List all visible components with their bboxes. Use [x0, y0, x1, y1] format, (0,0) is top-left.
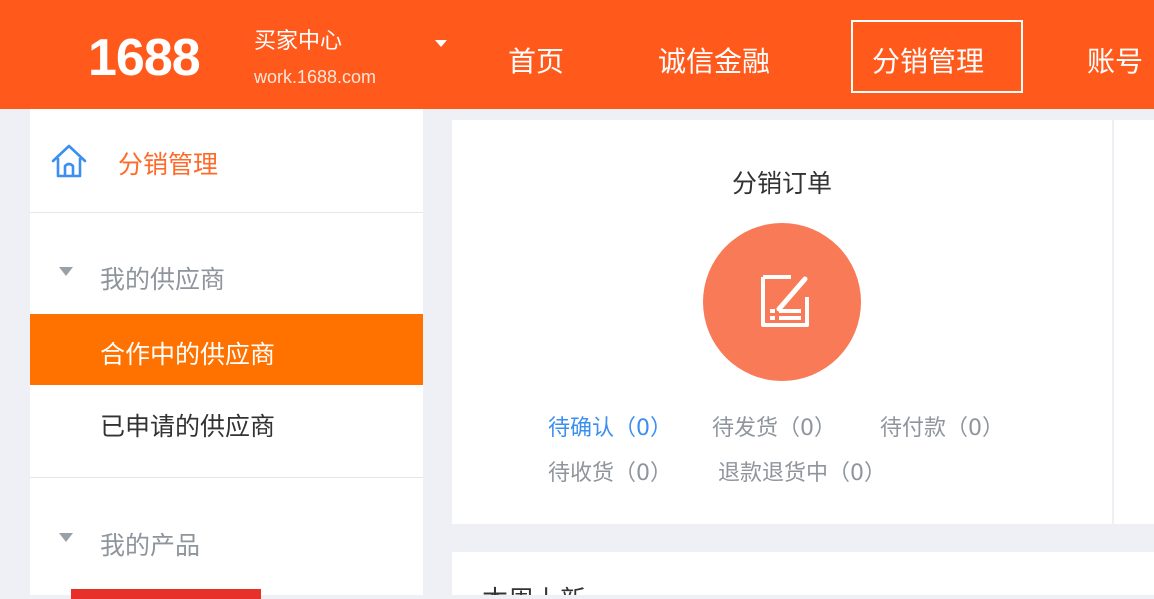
- top-nav-bar: 1688 买家中心 work.1688.com 首页 诚信金融 分销管理 账号: [0, 0, 1154, 109]
- stat-refund[interactable]: 退款退货中（0）: [718, 455, 886, 487]
- nav-finance[interactable]: 诚信金融: [658, 40, 770, 84]
- logo-number[interactable]: 1688: [88, 27, 201, 89]
- logo-domain[interactable]: work.1688.com: [254, 66, 376, 88]
- stat-pending-pay[interactable]: 待付款（0）: [880, 410, 1004, 442]
- stat-pending-confirm[interactable]: 待确认（0）: [548, 410, 672, 442]
- sidebar-item-applied-suppliers[interactable]: 已申请的供应商: [100, 407, 275, 443]
- chevron-down-icon[interactable]: [435, 40, 447, 47]
- right-card-edge: [1114, 120, 1154, 524]
- order-icon-circle[interactable]: [703, 223, 861, 381]
- order-card: 分销订单 待确认（0） 待发货（0） 待付款（0） 待收货（0） 退款退货中（0…: [452, 120, 1112, 524]
- order-card-title: 分销订单: [731, 169, 832, 198]
- new-this-week-card: 本周上新: [452, 552, 1154, 595]
- sidebar-home-label: 分销管理: [118, 150, 219, 179]
- sidebar-item-label[interactable]: 合作中的供应商: [100, 335, 275, 371]
- new-this-week-title: 本周上新: [482, 580, 586, 595]
- stat-pending-ship[interactable]: 待发货（0）: [712, 410, 836, 442]
- nav-home[interactable]: 首页: [508, 40, 564, 84]
- logo-title[interactable]: 买家中心: [254, 29, 342, 55]
- sidebar: 分销管理 我的供应商 合作中的供应商 已申请的供应商 我的产品: [30, 109, 423, 599]
- caret-down-icon[interactable]: [59, 533, 73, 542]
- sidebar-home-row[interactable]: 分销管理: [30, 109, 423, 213]
- caret-down-icon[interactable]: [59, 267, 73, 276]
- sidebar-red-bar: [71, 589, 261, 599]
- home-icon: [50, 143, 88, 183]
- sidebar-divider: [30, 477, 423, 478]
- order-edit-icon: [753, 269, 817, 337]
- sidebar-section-suppliers[interactable]: 我的供应商: [100, 260, 225, 296]
- sidebar-section-products[interactable]: 我的产品: [100, 526, 200, 562]
- nav-account[interactable]: 账号: [1087, 40, 1143, 84]
- stat-pending-receive[interactable]: 待收货（0）: [548, 455, 672, 487]
- nav-distribution[interactable]: 分销管理: [872, 40, 984, 84]
